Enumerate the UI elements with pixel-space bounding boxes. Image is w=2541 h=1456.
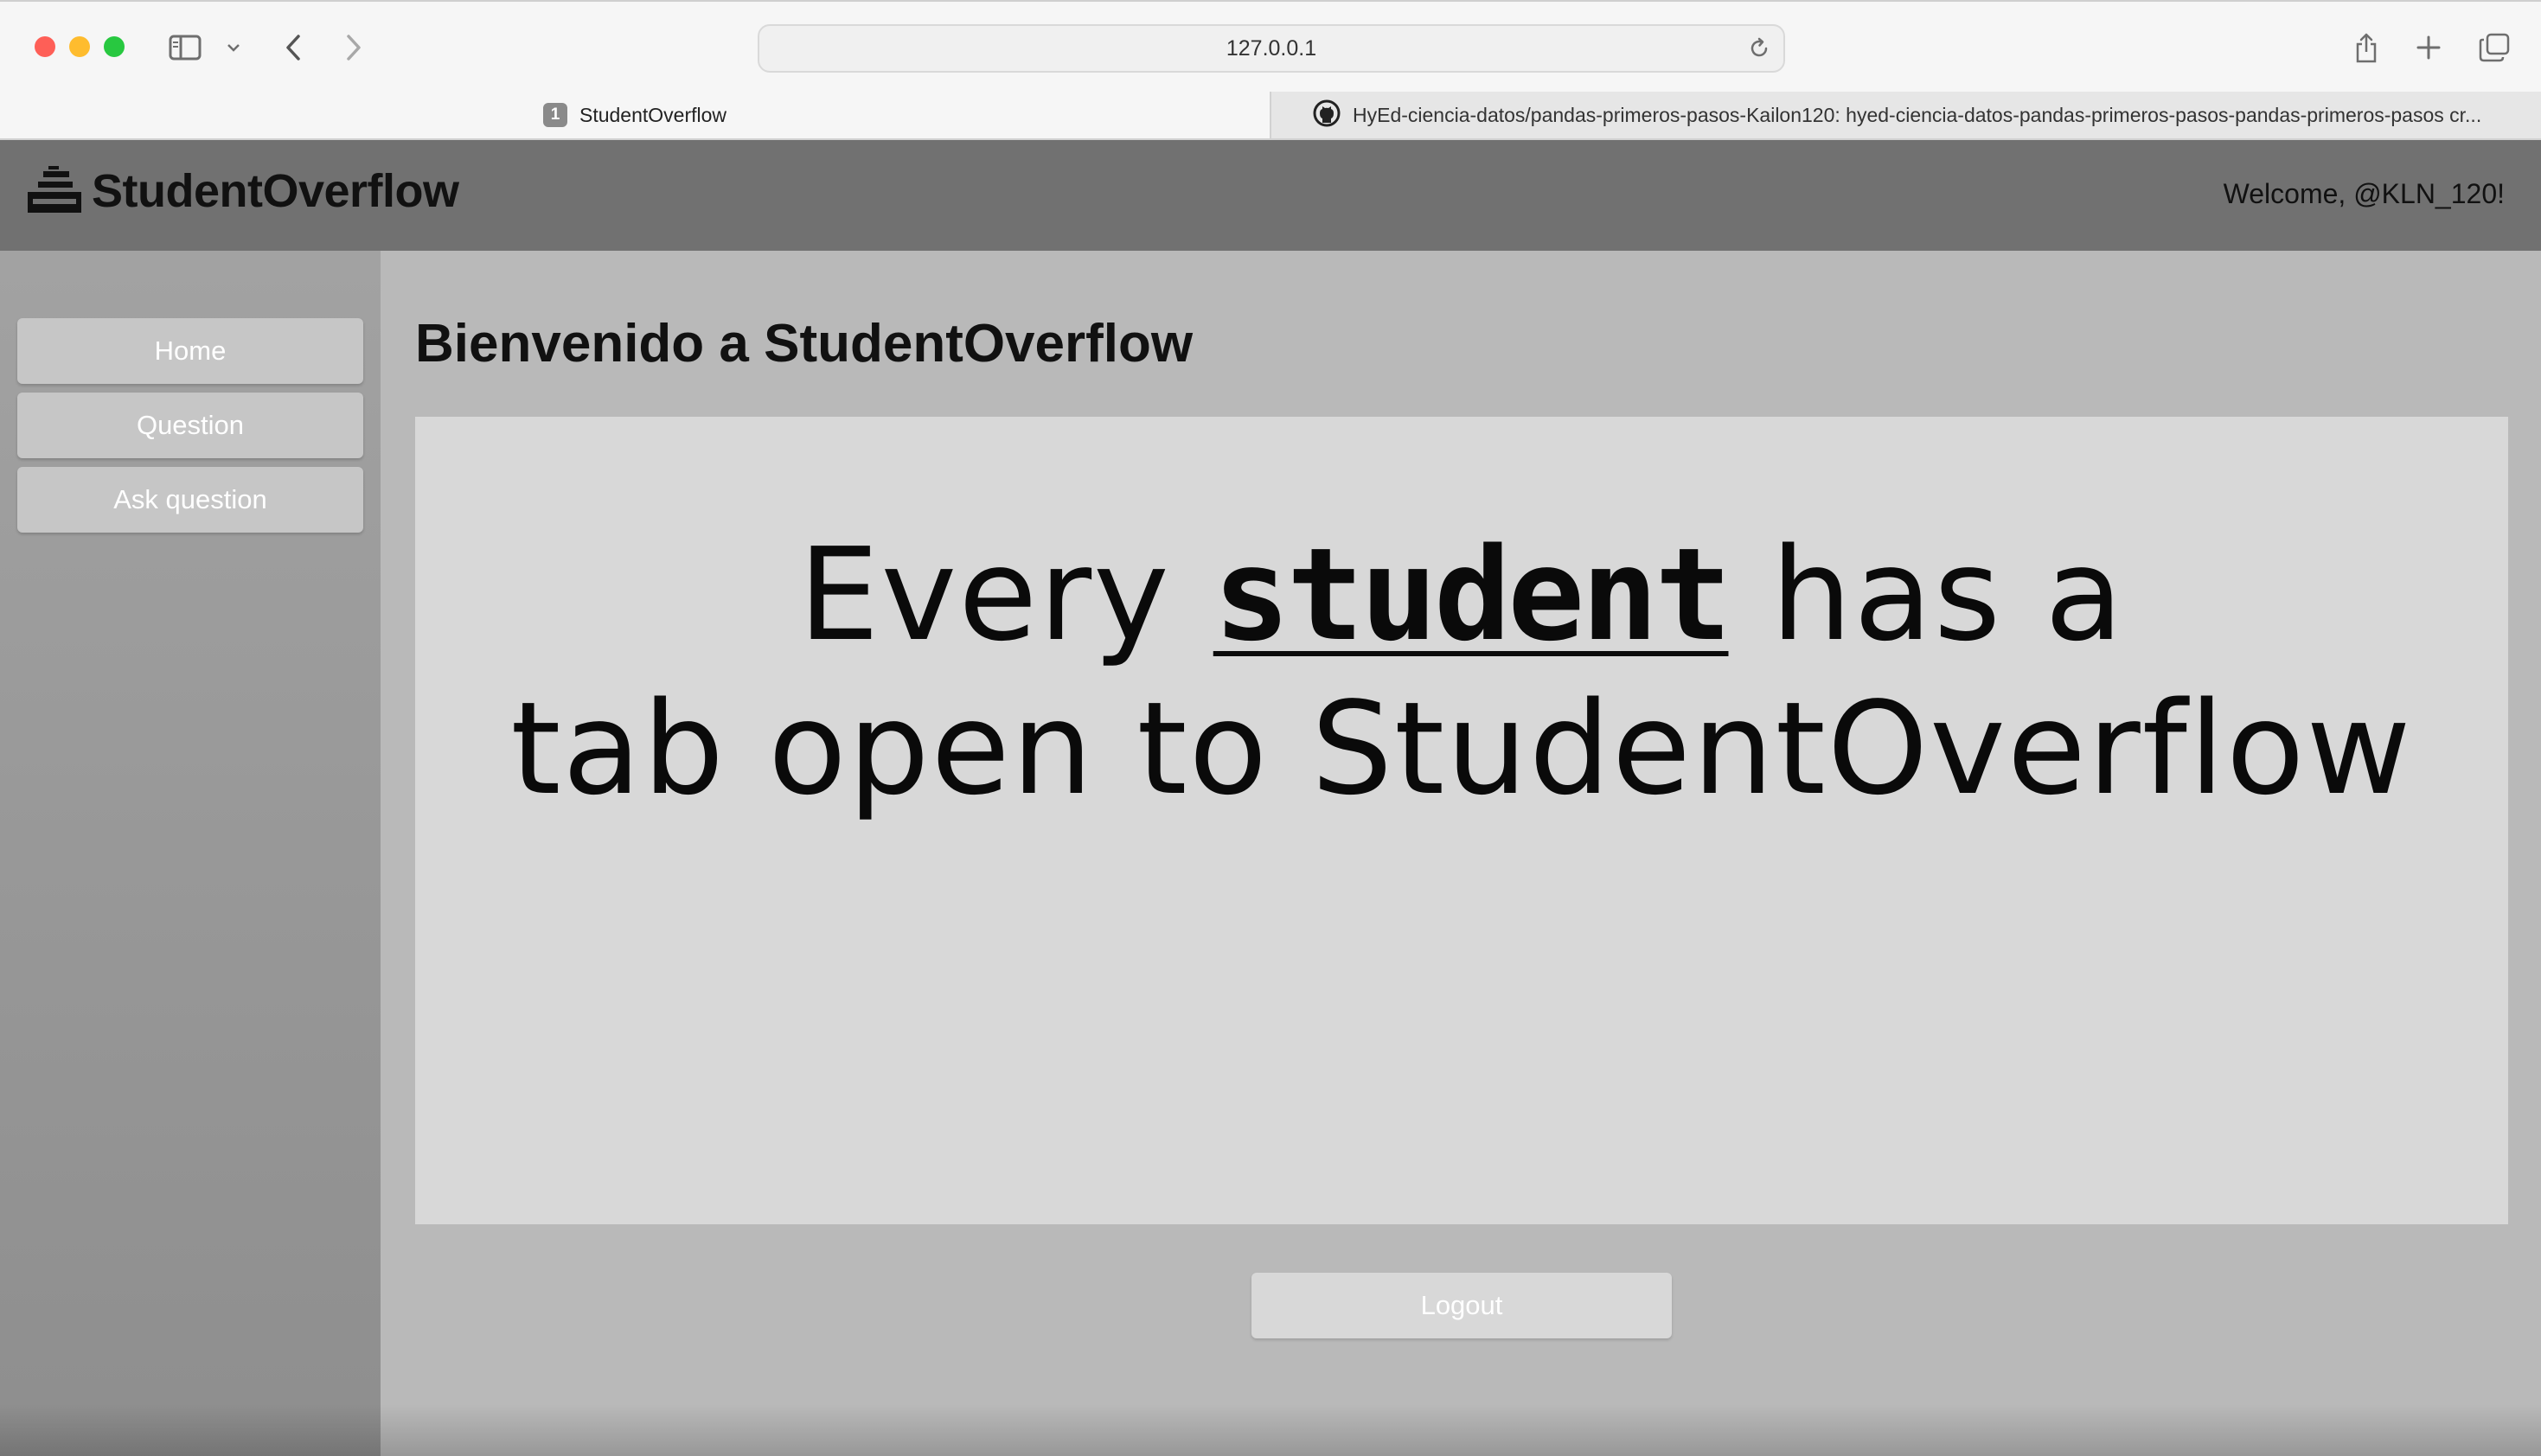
- browser-toolbar: 127.0.0.1: [0, 0, 2541, 92]
- hero-banner: Every student has a tab open to StudentO…: [415, 417, 2508, 1224]
- tab-studentoverflow[interactable]: 1 StudentOverflow: [0, 92, 1270, 138]
- nav-question-button[interactable]: Question: [17, 393, 363, 458]
- welcome-message: Welcome, @KLN_120!: [2223, 178, 2505, 209]
- back-arrow-icon[interactable]: [278, 28, 308, 67]
- nav-home-button[interactable]: Home: [17, 318, 363, 384]
- hero-line-2: tab open to StudentOverflow: [510, 674, 2413, 823]
- chevron-down-icon[interactable]: [223, 28, 244, 67]
- site-name[interactable]: StudentOverflow: [92, 164, 459, 218]
- new-tab-plus-icon[interactable]: [2411, 28, 2446, 67]
- hero-line-1: Every student has a: [415, 520, 2508, 669]
- close-window-button[interactable]: [35, 36, 55, 57]
- sidebar: Home Question Ask question: [0, 251, 381, 1456]
- browser-window: 127.0.0.1 1 StudentOverflow HyEd-ciencia…: [0, 0, 2541, 1456]
- address-url: 127.0.0.1: [1226, 35, 1317, 61]
- hero-text: Every: [798, 520, 1213, 669]
- share-icon[interactable]: [2349, 28, 2384, 67]
- web-page: StudentOverflow Welcome, @KLN_120! Home …: [0, 140, 2541, 1456]
- tab-bar: 1 StudentOverflow HyEd-ciencia-datos/pan…: [0, 92, 2541, 140]
- hero-text: has a: [1728, 520, 2125, 669]
- tab-number-badge: 1: [542, 103, 567, 127]
- github-icon: [1313, 99, 1341, 131]
- stack-logo-icon[interactable]: [26, 166, 83, 216]
- site-header: StudentOverflow Welcome, @KLN_120!: [0, 140, 2541, 251]
- tab-title: HyEd-ciencia-datos/pandas-primeros-pasos…: [1353, 103, 2482, 126]
- zoom-window-button[interactable]: [104, 36, 125, 57]
- hero-emphasis: student: [1213, 520, 1732, 669]
- tab-title: StudentOverflow: [579, 103, 727, 126]
- window-bottom-shadow: [0, 1404, 2541, 1456]
- page-title: Bienvenido a StudentOverflow: [415, 314, 1194, 374]
- sidebar-toggle-icon[interactable]: [166, 28, 204, 67]
- minimize-window-button[interactable]: [69, 36, 90, 57]
- address-bar[interactable]: 127.0.0.1: [758, 24, 1785, 73]
- tab-overview-icon[interactable]: [2475, 28, 2513, 67]
- reload-icon[interactable]: [1747, 36, 1771, 65]
- tab-github[interactable]: HyEd-ciencia-datos/pandas-primeros-pasos…: [1270, 92, 2541, 138]
- forward-arrow-icon[interactable]: [339, 28, 368, 67]
- logout-button[interactable]: Logout: [1251, 1273, 1672, 1338]
- nav-ask-question-button[interactable]: Ask question: [17, 467, 363, 533]
